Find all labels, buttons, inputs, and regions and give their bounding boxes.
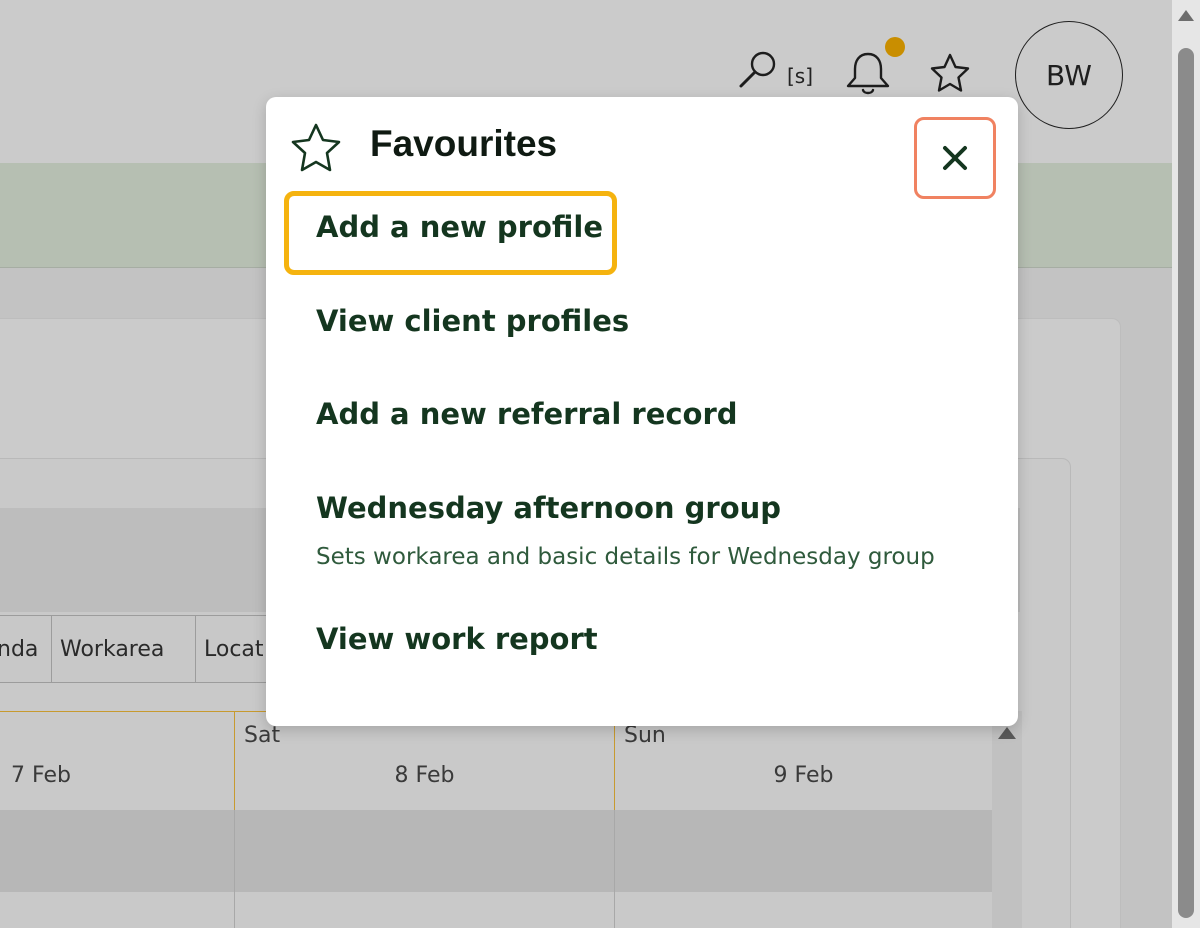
scrollbar-thumb[interactable] [1178, 48, 1194, 918]
calendar-divider [234, 810, 235, 928]
calendar-day-name: Sat [244, 723, 281, 748]
close-button[interactable] [914, 117, 996, 199]
app-window: nda Workarea Locat 7 Feb Sat 8 Feb Sun 9 [0, 0, 1200, 928]
favourite-view-work-report[interactable]: View work report [316, 622, 598, 656]
user-avatar[interactable]: BW [1015, 21, 1123, 129]
search-shortcut-hint: [s] [787, 64, 814, 88]
search-icon[interactable] [736, 48, 780, 92]
calendar-grid: 7 Feb Sat 8 Feb Sun 9 Feb [0, 711, 992, 928]
calendar-date: 8 Feb [394, 763, 455, 788]
column-label: Locat [204, 636, 264, 662]
calendar-column: 7 Feb [0, 711, 235, 928]
calendar-date: 7 Feb [11, 763, 71, 788]
column-header-agenda[interactable]: nda [0, 615, 52, 683]
column-header-workarea[interactable]: Workarea [51, 615, 196, 683]
close-icon [943, 146, 967, 170]
favourites-popup: Favourites Add a new profile View client… [266, 97, 1018, 726]
calendar-scrollbar[interactable] [992, 711, 1022, 928]
calendar-date: 9 Feb [773, 763, 834, 788]
notification-badge [885, 37, 905, 57]
favourites-star-icon[interactable] [928, 52, 972, 94]
column-label: Workarea [60, 636, 165, 662]
page-scrollbar[interactable] [1172, 0, 1200, 928]
favourite-add-new-profile[interactable]: Add a new profile [316, 210, 603, 244]
column-label: nda [0, 636, 39, 662]
bell-icon[interactable] [843, 48, 893, 96]
scroll-up-icon[interactable] [1178, 10, 1194, 21]
calendar-column: Sun 9 Feb [614, 711, 992, 928]
favourite-add-referral-record[interactable]: Add a new referral record [316, 397, 738, 431]
favourite-view-client-profiles[interactable]: View client profiles [316, 304, 629, 338]
popup-title: Favourites [370, 123, 558, 164]
calendar-column: Sat 8 Feb [234, 711, 614, 928]
scroll-up-arrow-icon[interactable] [998, 727, 1016, 739]
calendar-day-name: Sun [624, 723, 666, 748]
favourite-description: Sets workarea and basic details for Wedn… [316, 544, 935, 570]
calendar-divider [614, 810, 615, 928]
favourite-wednesday-group[interactable]: Wednesday afternoon group [316, 491, 781, 525]
star-icon [291, 123, 341, 172]
avatar-initials: BW [1046, 58, 1092, 92]
